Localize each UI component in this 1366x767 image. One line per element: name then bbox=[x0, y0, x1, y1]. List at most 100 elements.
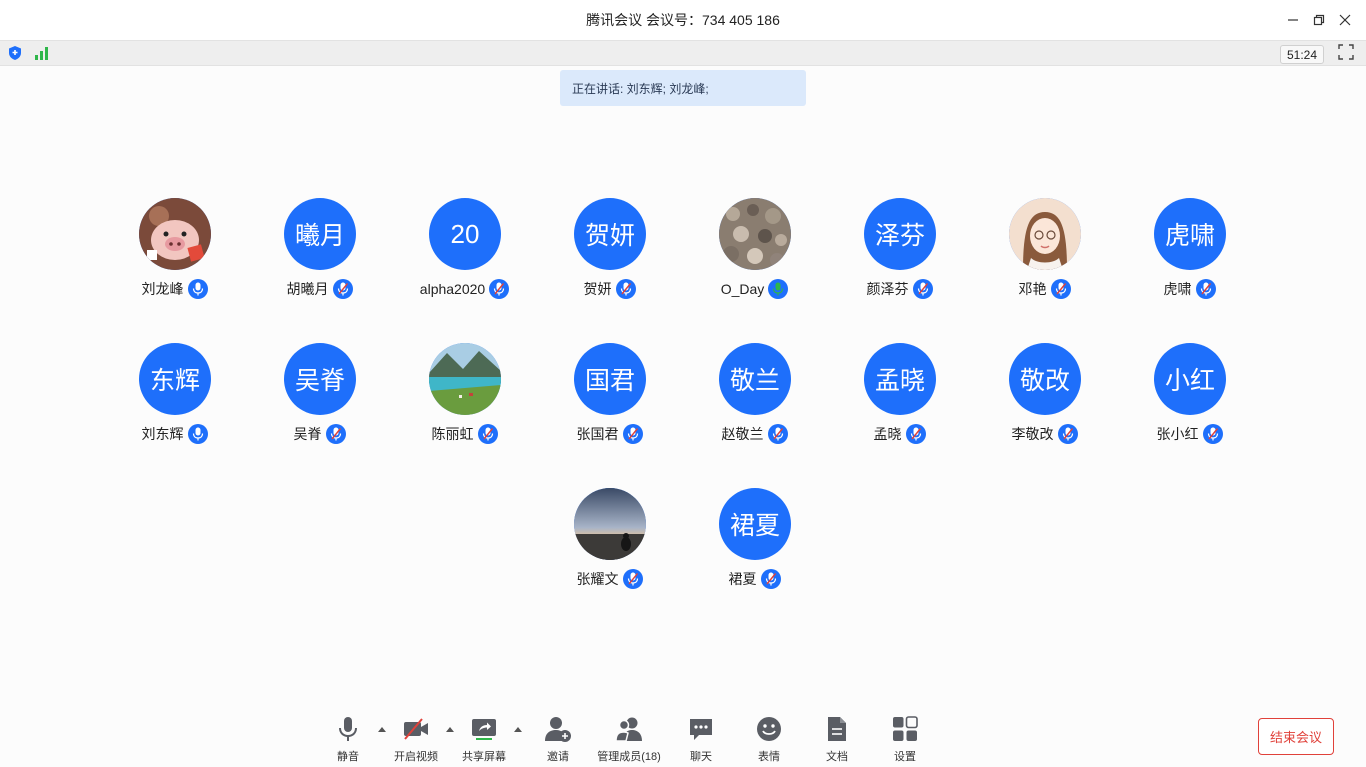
participant-name: 刘龙峰 bbox=[141, 281, 184, 297]
participant-name-row: 张耀文 bbox=[537, 568, 682, 590]
participant-tile[interactable]: 刘龙峰 bbox=[102, 198, 247, 308]
members-icon bbox=[614, 714, 644, 744]
participant-name: 李敬改 bbox=[1011, 426, 1054, 442]
participant-tile[interactable]: 国君 张国君 bbox=[537, 343, 682, 453]
shield-icon[interactable] bbox=[8, 45, 22, 66]
participant-name-row: 胡曦月 bbox=[247, 278, 392, 300]
participant-name-row: 陈丽虹 bbox=[392, 423, 537, 445]
participant-name: 孟晓 bbox=[873, 426, 902, 442]
meeting-timer: 51:24 bbox=[1279, 45, 1324, 64]
avatar: 敬兰 bbox=[719, 343, 791, 415]
microphone-icon bbox=[489, 279, 510, 299]
signal-icon[interactable] bbox=[34, 45, 50, 66]
participant-tile[interactable]: 吴脊 吴脊 bbox=[247, 343, 392, 453]
microphone-icon bbox=[325, 424, 346, 444]
chat-button[interactable]: 聊天 bbox=[666, 714, 736, 764]
participant-name-row: 吴脊 bbox=[247, 423, 392, 445]
participant-tile[interactable]: 曦月 胡曦月 bbox=[247, 198, 392, 308]
participant-name: 裙夏 bbox=[728, 571, 757, 587]
participant-name-row: alpha2020 bbox=[392, 278, 537, 300]
participant-name-row: 邓艳 bbox=[972, 278, 1117, 300]
mute-button[interactable]: 静音 bbox=[313, 714, 383, 764]
end-meeting-button[interactable]: 结束会议 bbox=[1258, 718, 1334, 755]
participant-tile[interactable]: 虎啸 虎啸 bbox=[1117, 198, 1262, 308]
participant-tile[interactable]: 东辉 刘东辉 bbox=[102, 343, 247, 453]
share-screen-icon bbox=[469, 714, 499, 744]
participant-name-row: 孟晓 bbox=[827, 423, 972, 445]
microphone-icon bbox=[767, 424, 788, 444]
participant-name-row: 裙夏 bbox=[682, 568, 827, 590]
invite-user-icon bbox=[543, 714, 573, 744]
avatar: 虎啸 bbox=[1154, 198, 1226, 270]
settings-button[interactable]: 设置 bbox=[870, 714, 940, 764]
meeting-toolbar: 静音 开启视频 共享屏幕 邀请 管理成员(18) 聊天 表情 文档 设置 结束会… bbox=[0, 700, 1366, 767]
participant-tile[interactable]: 敬改 李敬改 bbox=[972, 343, 1117, 453]
video-off-icon bbox=[401, 714, 431, 744]
minimize-icon[interactable] bbox=[1286, 13, 1300, 27]
participant-name: 张小红 bbox=[1156, 426, 1199, 442]
participant-tile[interactable]: 孟晓 孟晓 bbox=[827, 343, 972, 453]
participant-tile[interactable]: 裙夏 裙夏 bbox=[682, 488, 827, 598]
share-screen-label: 共享屏幕 bbox=[462, 751, 506, 763]
window-title: 腾讯会议 会议号：734 405 186 bbox=[586, 12, 780, 28]
restore-icon[interactable] bbox=[1312, 13, 1326, 27]
avatar: 吴脊 bbox=[284, 343, 356, 415]
participant-name-row: 贺妍 bbox=[537, 278, 682, 300]
participant-tile[interactable]: 20 alpha2020 bbox=[392, 198, 537, 308]
microphone-icon bbox=[905, 424, 926, 444]
microphone-icon bbox=[622, 424, 643, 444]
emoji-button[interactable]: 表情 bbox=[734, 714, 804, 764]
avatar: 国君 bbox=[574, 343, 646, 415]
participant-tile[interactable]: 邓艳 bbox=[972, 198, 1117, 308]
video-label: 开启视频 bbox=[394, 751, 438, 763]
participant-tile[interactable]: 陈丽虹 bbox=[392, 343, 537, 453]
microphone-icon bbox=[1202, 424, 1223, 444]
participant-name: alpha2020 bbox=[419, 281, 486, 297]
members-label: 管理成员(18) bbox=[597, 751, 661, 763]
apps-grid-icon bbox=[890, 714, 920, 744]
video-button[interactable]: 开启视频 bbox=[381, 714, 451, 764]
microphone-icon bbox=[912, 279, 933, 299]
status-bar: 51:24 bbox=[0, 40, 1366, 66]
participant-name: 邓艳 bbox=[1018, 281, 1047, 297]
speaking-banner: 正在讲话: 刘东辉; 刘龙峰; bbox=[560, 70, 806, 106]
avatar bbox=[429, 343, 501, 415]
participant-name: 张耀文 bbox=[576, 571, 619, 587]
participant-name: 虎啸 bbox=[1163, 281, 1192, 297]
participant-tile[interactable]: 贺妍 贺妍 bbox=[537, 198, 682, 308]
close-icon[interactable] bbox=[1338, 13, 1352, 27]
microphone-icon bbox=[477, 424, 498, 444]
participant-name-row: 李敬改 bbox=[972, 423, 1117, 445]
chat-label: 聊天 bbox=[690, 751, 712, 763]
participant-name: 陈丽虹 bbox=[431, 426, 474, 442]
participant-name: 贺妍 bbox=[583, 281, 612, 297]
microphone-icon bbox=[622, 569, 643, 589]
participant-name: 张国君 bbox=[576, 426, 619, 442]
participant-name: O_Day bbox=[720, 281, 765, 297]
microphone-icon bbox=[1050, 279, 1071, 299]
avatar bbox=[139, 198, 211, 270]
participant-name-row: 虎啸 bbox=[1117, 278, 1262, 300]
participant-tile[interactable]: 小红 张小红 bbox=[1117, 343, 1262, 453]
docs-button[interactable]: 文档 bbox=[802, 714, 872, 764]
participant-tile[interactable]: 泽芬 颜泽芬 bbox=[827, 198, 972, 308]
participant-name-row: 张国君 bbox=[537, 423, 682, 445]
window-controls bbox=[1286, 0, 1352, 40]
participant-tile[interactable]: O_Day bbox=[682, 198, 827, 308]
avatar: 小红 bbox=[1154, 343, 1226, 415]
share-screen-button[interactable]: 共享屏幕 bbox=[449, 714, 519, 764]
fullscreen-icon[interactable] bbox=[1338, 44, 1354, 65]
microphone-icon bbox=[187, 279, 208, 299]
avatar: 泽芬 bbox=[864, 198, 936, 270]
participant-name-row: O_Day bbox=[682, 278, 827, 300]
participant-tile[interactable]: 敬兰 赵敬兰 bbox=[682, 343, 827, 453]
docs-label: 文档 bbox=[826, 751, 848, 763]
participant-tile[interactable]: 张耀文 bbox=[537, 488, 682, 598]
invite-button[interactable]: 邀请 bbox=[523, 714, 593, 764]
participant-name-row: 刘东辉 bbox=[102, 423, 247, 445]
document-icon bbox=[822, 714, 852, 744]
mute-label: 静音 bbox=[337, 751, 359, 763]
microphone-icon bbox=[760, 569, 781, 589]
avatar bbox=[1009, 198, 1081, 270]
manage-members-button[interactable]: 管理成员(18) bbox=[594, 714, 664, 764]
